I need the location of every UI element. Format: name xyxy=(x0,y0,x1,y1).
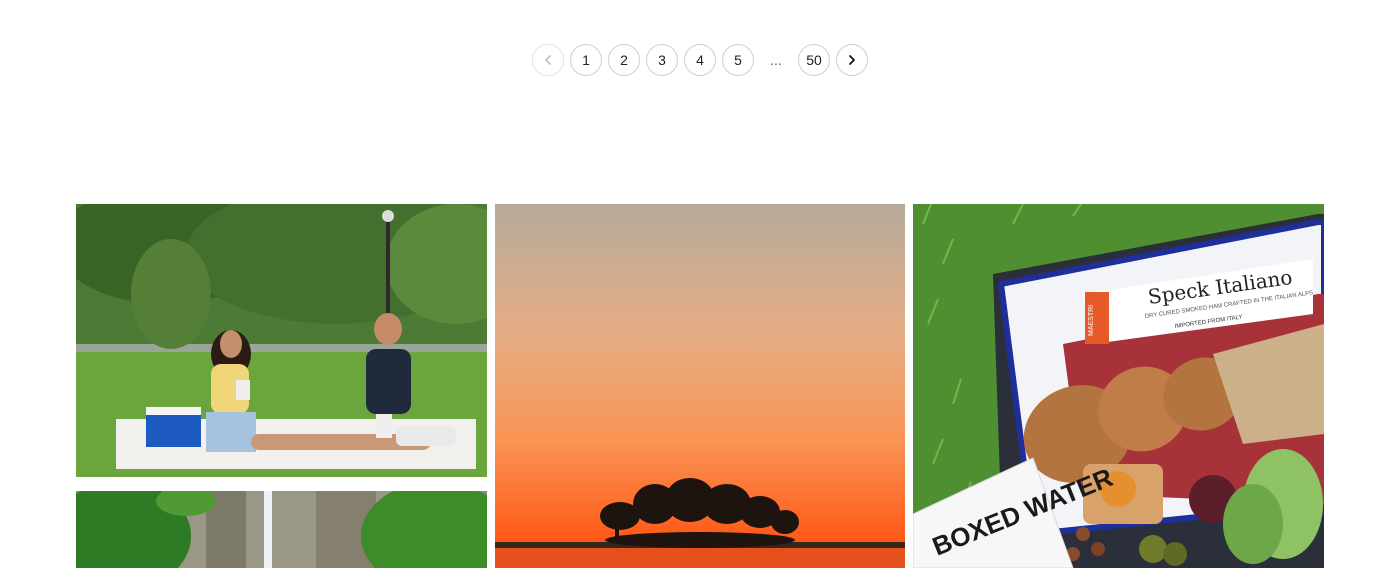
page-3-button[interactable]: 3 xyxy=(646,44,678,76)
photo-waterfall[interactable] xyxy=(76,491,487,568)
page-4-button[interactable]: 4 xyxy=(684,44,716,76)
next-page-button[interactable] xyxy=(836,44,868,76)
page-1-button[interactable]: 1 xyxy=(570,44,602,76)
photo-sunset-lake[interactable] xyxy=(495,204,905,568)
photo-picnic-couple[interactable] xyxy=(76,204,487,477)
picnic-basket-image: Speck Italiano DRY CURED SMOKED HAM CRAF… xyxy=(913,204,1324,568)
sunset-image xyxy=(495,204,905,568)
pagination: 1 2 3 4 5 ... 50 xyxy=(532,44,868,76)
chevron-left-icon xyxy=(545,55,551,65)
waterfall-image xyxy=(76,491,487,568)
picnic-couple-image xyxy=(76,204,487,477)
pagination-ellipsis: ... xyxy=(770,52,782,68)
page-5-button[interactable]: 5 xyxy=(722,44,754,76)
photo-picnic-basket[interactable]: Speck Italiano DRY CURED SMOKED HAM CRAF… xyxy=(913,204,1324,568)
page-50-button[interactable]: 50 xyxy=(798,44,830,76)
brand-label: MAESTRI xyxy=(1088,305,1095,336)
prev-page-button[interactable] xyxy=(532,44,564,76)
page-2-button[interactable]: 2 xyxy=(608,44,640,76)
chevron-right-icon xyxy=(849,55,855,65)
